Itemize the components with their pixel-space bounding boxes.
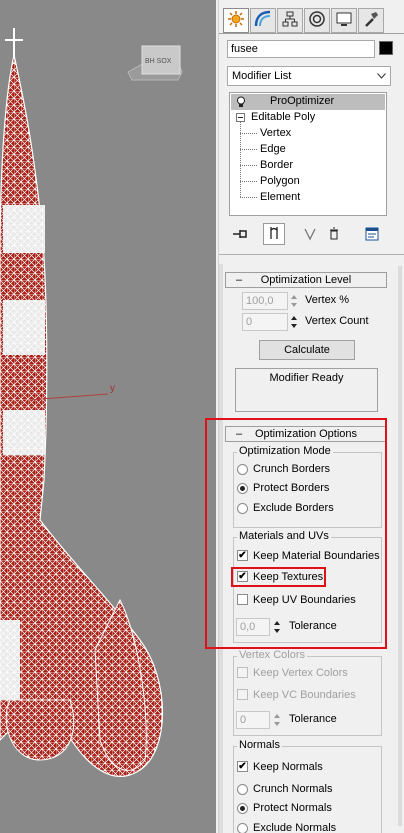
radio-protect-normals[interactable] (237, 803, 248, 814)
radio-label[interactable]: Crunch Normals (253, 783, 332, 795)
remove-modifier-button[interactable] (323, 224, 345, 246)
tab-display[interactable] (331, 8, 357, 33)
group-title: Normals (237, 739, 282, 751)
stack-sub-vertex[interactable]: Vertex (260, 127, 291, 139)
checkbox-label[interactable]: Keep VC Boundaries (253, 689, 356, 701)
vertex-percent-field[interactable]: 100,0 (242, 292, 288, 310)
status-text: Modifier Ready (269, 372, 344, 384)
panel-scrollbar[interactable] (398, 266, 402, 826)
vertex-percent-label: Vertex % (305, 294, 350, 306)
rocket-wireframe (0, 28, 183, 777)
sun-icon (228, 11, 244, 30)
checkbox-keep-vertex-colors[interactable] (237, 667, 248, 678)
tab-motion[interactable] (304, 8, 330, 33)
show-end-result-button[interactable] (263, 223, 285, 245)
monitor-icon (336, 11, 352, 30)
radio-label[interactable]: Exclude Normals (253, 822, 336, 833)
group-title: Vertex Colors (237, 649, 308, 661)
axis-y-label: y (110, 383, 115, 394)
object-name-field[interactable]: fusee (227, 40, 375, 58)
checkbox-label[interactable]: Keep Vertex Colors (253, 667, 348, 679)
checkbox-label[interactable]: Keep Normals (253, 761, 323, 773)
vertex-count-spinner[interactable] (290, 313, 299, 331)
hammer-icon (363, 11, 379, 30)
show-end-result-icon (268, 226, 280, 243)
configure-sets-button[interactable] (361, 224, 383, 246)
stack-sub-element[interactable]: Element (260, 191, 300, 203)
tolerance-label: Tolerance (289, 713, 337, 725)
viewcube-label[interactable]: BH SOX (145, 58, 171, 65)
modifier-list-label: Modifier List (232, 70, 292, 82)
highlight-optimization-options (205, 418, 387, 649)
checkbox-keep-vc-boundaries[interactable] (237, 689, 248, 700)
status-box: Modifier Ready (235, 368, 378, 412)
stack-sub-edge[interactable]: Edge (260, 143, 286, 155)
tab-utilities[interactable] (358, 8, 384, 33)
motion-icon (309, 11, 325, 30)
vc-tolerance-field[interactable]: 0 (236, 711, 270, 729)
vc-tolerance-spinner[interactable] (273, 711, 282, 729)
viewport[interactable]: BH SOX y (0, 0, 216, 833)
radio-crunch-normals[interactable] (237, 784, 248, 795)
stack-item-prooptimizer[interactable]: ProOptimizer (270, 95, 334, 107)
tab-modify[interactable] (250, 8, 276, 33)
stack-item-editable-poly[interactable]: Editable Poly (251, 111, 315, 123)
modifier-stack[interactable]: ProOptimizer Editable Poly Vertex Edge B… (229, 92, 387, 216)
stack-sub-polygon[interactable]: Polygon (260, 175, 300, 187)
pin-icon (232, 228, 248, 243)
make-unique-button[interactable] (299, 224, 321, 246)
pin-stack-button[interactable] (229, 224, 251, 246)
tabs-divider (219, 33, 404, 34)
command-panel: fusee Modifier List ProOptimizer Editabl… (205, 0, 404, 833)
collapse-icon[interactable] (236, 113, 245, 122)
checkbox-keep-normals[interactable]: ✔ (237, 761, 248, 772)
hierarchy-icon (282, 11, 298, 30)
tab-hierarchy[interactable] (277, 8, 303, 33)
chevron-down-icon (375, 67, 387, 85)
calculate-button[interactable]: Calculate (259, 340, 355, 360)
radio-label[interactable]: Protect Normals (253, 802, 332, 814)
vertex-count-field[interactable]: 0 (242, 313, 288, 331)
trash-icon (328, 227, 340, 244)
configure-icon (365, 227, 379, 244)
lightbulb-icon[interactable] (236, 96, 246, 111)
vertex-count-label: Vertex Count (305, 315, 369, 327)
stack-sub-border[interactable]: Border (260, 159, 293, 171)
rollout-title: Optimization Level (260, 274, 352, 286)
object-color-swatch[interactable] (379, 41, 393, 55)
radio-exclude-normals[interactable] (237, 823, 248, 833)
rollout-optimization-level[interactable]: – Optimization Level (225, 272, 387, 288)
curve-icon (254, 10, 272, 31)
tab-create[interactable] (223, 8, 249, 33)
vertex-percent-spinner[interactable] (290, 292, 299, 310)
modifier-list-dropdown[interactable]: Modifier List (227, 66, 391, 86)
make-unique-icon (303, 227, 317, 244)
